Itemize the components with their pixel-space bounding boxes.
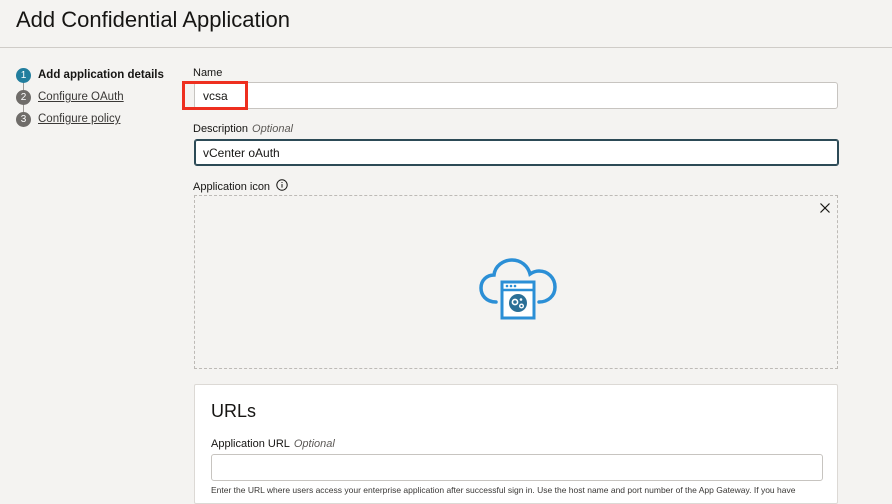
description-input[interactable] [194, 139, 839, 166]
page-title: Add Confidential Application [16, 7, 290, 32]
step-configure-oauth[interactable]: 2 Configure OAuth [16, 86, 186, 108]
close-icon[interactable] [817, 200, 833, 216]
application-icon-dropzone[interactable] [194, 195, 838, 369]
step-configure-policy[interactable]: 3 Configure policy [16, 108, 186, 130]
step-label: Configure OAuth [38, 91, 124, 103]
page-header: Add Confidential Application [0, 0, 892, 48]
cloud-app-icon [478, 256, 558, 322]
name-input[interactable] [194, 82, 838, 109]
application-url-input[interactable] [211, 454, 823, 481]
optional-tag: Optional [252, 123, 294, 135]
step-number: 2 [16, 89, 31, 105]
optional-tag: Optional [293, 438, 335, 450]
step-number: 1 [16, 67, 31, 83]
application-icon-label-text: Application icon [193, 180, 271, 193]
urls-panel: URLs Application URL Optional Enter the U… [194, 384, 838, 504]
wizard-steps: 1 Add application details 2 Configure OA… [16, 64, 186, 130]
step-number: 3 [16, 111, 31, 127]
step-label: Configure policy [38, 113, 121, 125]
info-icon[interactable] [276, 179, 288, 194]
name-label-text: Name [193, 67, 223, 79]
step-label: Add application details [38, 69, 164, 81]
application-url-label-text: Application URL [211, 438, 290, 450]
application-url-label: Application URL Optional [211, 438, 335, 450]
step-add-application-details[interactable]: 1 Add application details [16, 64, 186, 86]
application-icon-label: Application icon [193, 179, 288, 194]
description-label: Description Optional [193, 123, 293, 135]
description-label-text: Description [193, 123, 249, 135]
urls-title: URLs [211, 401, 257, 421]
name-label: Name [193, 67, 222, 79]
